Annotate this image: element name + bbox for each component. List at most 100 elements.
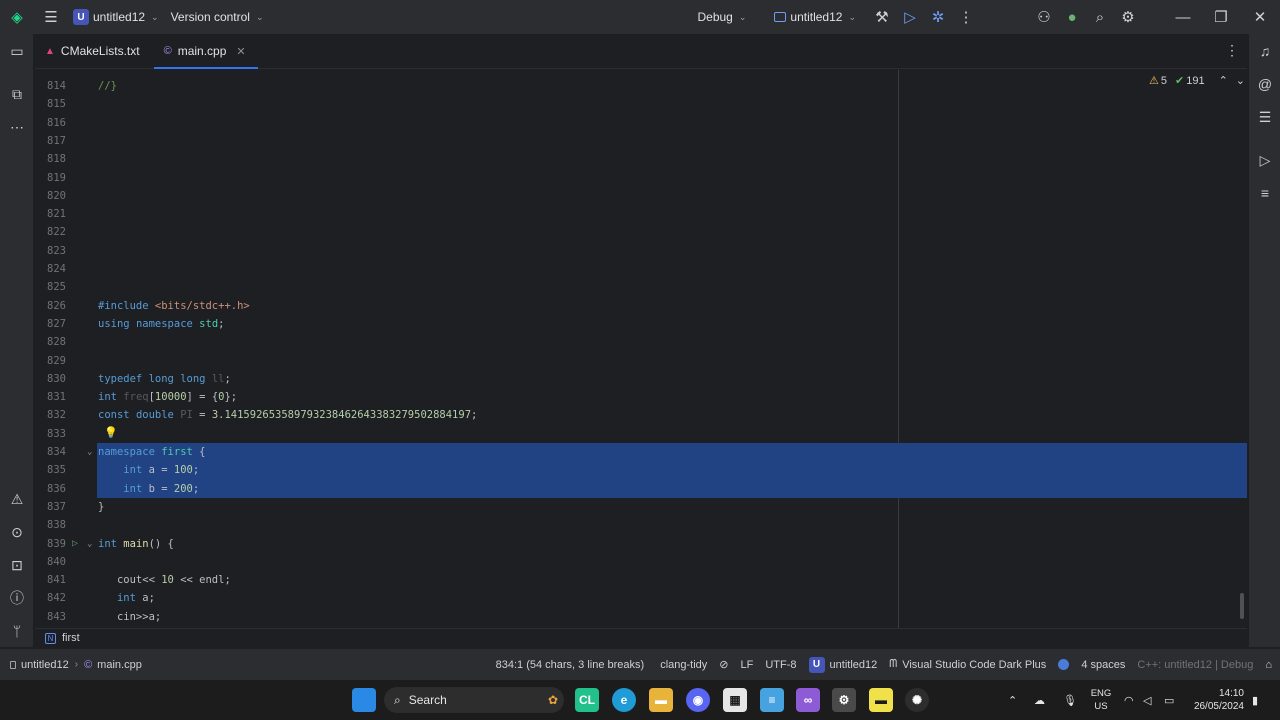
line-number[interactable]: 819 <box>35 169 66 187</box>
notifications-bell-icon[interactable]: ♫ <box>1253 39 1277 63</box>
line-number[interactable]: 828 <box>35 333 66 351</box>
git-icon[interactable]: ᛘ <box>5 619 29 643</box>
line-number[interactable]: 840 <box>35 553 66 571</box>
vcs-selector[interactable]: Version control ⌄ <box>165 4 270 30</box>
app-logo-icon[interactable]: ◈ <box>3 3 31 31</box>
fold-chevron-icon[interactable]: ⌄ <box>87 443 92 461</box>
code-line[interactable]: 823 <box>35 242 1247 260</box>
chatgpt-taskbar-icon[interactable]: ✺ <box>905 688 929 712</box>
taskbar-search[interactable]: ⌕ Search ✿ <box>384 687 564 713</box>
target-selector[interactable]: untitled12 ⌄ <box>768 4 862 30</box>
vertical-scrollbar[interactable] <box>1240 593 1244 619</box>
search-everywhere-icon[interactable]: ⌕ <box>1086 3 1114 31</box>
code-line[interactable]: 820 <box>35 187 1247 205</box>
run-config-selector[interactable]: Debug ⌄ <box>691 4 752 30</box>
problems-icon[interactable]: ⓘ <box>5 586 29 610</box>
code-line[interactable]: 833 <box>35 425 1247 443</box>
project-folder-icon[interactable]: ▭ <box>5 39 29 63</box>
windows-start-icon[interactable] <box>352 688 376 712</box>
close-window-icon[interactable]: ✕ <box>1240 3 1280 31</box>
code-line[interactable]: 834 namespace first {⌄ <box>35 443 1247 461</box>
code-line[interactable]: 816 <box>35 114 1247 132</box>
terminal-icon[interactable]: ⊡ <box>5 553 29 577</box>
fold-chevron-icon[interactable]: ⌄ <box>87 535 92 553</box>
tab-options-icon[interactable]: ⋮ <box>1225 42 1239 59</box>
line-number[interactable]: 843 <box>35 608 66 626</box>
tray-overflow-icon[interactable]: ⌃ <box>1008 680 1017 720</box>
line-number[interactable]: 827 <box>35 315 66 333</box>
code-line[interactable]: 838 <box>35 516 1247 534</box>
line-number[interactable]: 826 <box>35 297 66 315</box>
visual-studio-icon[interactable]: ∞ <box>796 688 820 712</box>
build-hammer-icon[interactable]: ⚒ <box>868 3 896 31</box>
line-number[interactable]: 815 <box>35 95 66 113</box>
onedrive-icon[interactable]: ☁ <box>1034 680 1045 720</box>
services-icon[interactable]: ⊙ <box>5 520 29 544</box>
settings-taskbar-icon[interactable]: ⚙ <box>832 688 856 712</box>
code-editor[interactable]: 814//} 815 816 817 818 819 820 821 822 823 824 825 8… <box>35 70 1247 628</box>
code-line[interactable]: 839 int main() {▷ ⌄ <box>35 535 1247 553</box>
line-number[interactable]: 823 <box>35 242 66 260</box>
resolve-context[interactable]: C++: untitled12 | Debug <box>1131 659 1259 671</box>
line-number[interactable]: 830 <box>35 370 66 388</box>
caret-position[interactable]: 834:1 (54 chars, 3 line breaks) <box>490 659 651 671</box>
battery-icon[interactable]: ▭ <box>1164 680 1174 720</box>
wifi-icon[interactable]: ◠ <box>1124 680 1134 720</box>
code-line[interactable]: 842 int a; <box>35 589 1247 607</box>
close-tab-icon[interactable]: ✕ <box>236 45 245 58</box>
code-line[interactable]: 837} <box>35 498 1247 516</box>
code-line[interactable]: 830 typedef long long ll; <box>35 370 1247 388</box>
notification-center-icon[interactable]: ▮ <box>1252 680 1258 720</box>
code-line[interactable]: 826 #include <bits/stdc++.h> <box>35 297 1247 315</box>
main-menu-icon[interactable]: ☰ <box>37 3 65 31</box>
line-number[interactable]: 833 <box>35 425 66 443</box>
line-number[interactable]: 842 <box>35 589 66 607</box>
code-line[interactable]: 828 <box>35 333 1247 351</box>
volume-icon[interactable]: ◁ <box>1143 680 1151 720</box>
code-with-me-icon[interactable]: ⚇ <box>1030 3 1058 31</box>
line-number[interactable]: 821 <box>35 205 66 223</box>
line-number[interactable]: 825 <box>35 278 66 296</box>
read-only-lock-icon[interactable]: ⌂ <box>1259 659 1280 671</box>
line-number[interactable]: 822 <box>35 223 66 241</box>
code-line[interactable]: 822 <box>35 223 1247 241</box>
code-line[interactable]: 814 //} <box>35 77 1247 95</box>
previous-highlight-icon[interactable]: ⌃ <box>1219 74 1228 87</box>
code-line[interactable]: 831 int freq[10000] = {0}; <box>35 388 1247 406</box>
breadcrumb-item[interactable]: first <box>62 632 80 644</box>
tab-cmakelists[interactable]: ▲ CMakeLists.txt <box>35 34 154 68</box>
edge-taskbar-icon[interactable]: e <box>612 688 636 712</box>
code-line[interactable]: 829 <box>35 352 1247 370</box>
line-number[interactable]: 831 <box>35 388 66 406</box>
line-number[interactable]: 834 <box>35 443 66 461</box>
status-file[interactable]: © main.cpp <box>78 659 148 671</box>
more-tools-icon[interactable]: ⋯ <box>5 115 29 139</box>
code-line[interactable]: 840 <box>35 553 1247 571</box>
code-line[interactable]: 819 <box>35 169 1247 187</box>
line-number[interactable]: 824 <box>35 260 66 278</box>
code-line[interactable]: 815 <box>35 95 1247 113</box>
line-number[interactable]: 818 <box>35 150 66 168</box>
run-gutter-icon[interactable]: ▷ <box>72 535 78 553</box>
ai-assistant-icon[interactable]: ● <box>1058 3 1086 31</box>
inspection-widget[interactable]: ⚠ 5 ✔ 191 ⌃ ⌄ <box>1149 74 1245 88</box>
line-number[interactable]: 837 <box>35 498 66 516</box>
line-number[interactable]: 832 <box>35 406 66 424</box>
status-project[interactable]: untitled12 <box>0 659 75 671</box>
notepad-taskbar-icon[interactable]: ≡ <box>760 688 784 712</box>
structure-list-icon[interactable]: ≡ <box>1253 181 1277 205</box>
project-selector[interactable]: U untitled12 ⌄ <box>67 4 165 30</box>
line-separator[interactable]: LF <box>735 659 760 671</box>
system-clock[interactable]: 14:10 26/05/2024 <box>1184 687 1244 713</box>
code-line[interactable]: 821 <box>35 205 1247 223</box>
theme-status[interactable]: ᗰ Visual Studio Code Dark Plus <box>883 658 1052 671</box>
discord-taskbar-icon[interactable]: ◉ <box>686 688 710 712</box>
file-explorer-icon[interactable]: ▬ <box>649 688 673 712</box>
minimize-window-icon[interactable]: — <box>1164 3 1202 31</box>
more-actions-icon[interactable]: ⋮ <box>952 3 980 31</box>
maximize-window-icon[interactable]: ❐ <box>1202 3 1240 31</box>
debug-icon[interactable]: ✲ <box>924 3 952 31</box>
next-highlight-icon[interactable]: ⌄ <box>1236 74 1245 87</box>
code-line[interactable]: 835 int a = 100; <box>35 461 1247 479</box>
database-icon[interactable]: ☰ <box>1253 105 1277 129</box>
